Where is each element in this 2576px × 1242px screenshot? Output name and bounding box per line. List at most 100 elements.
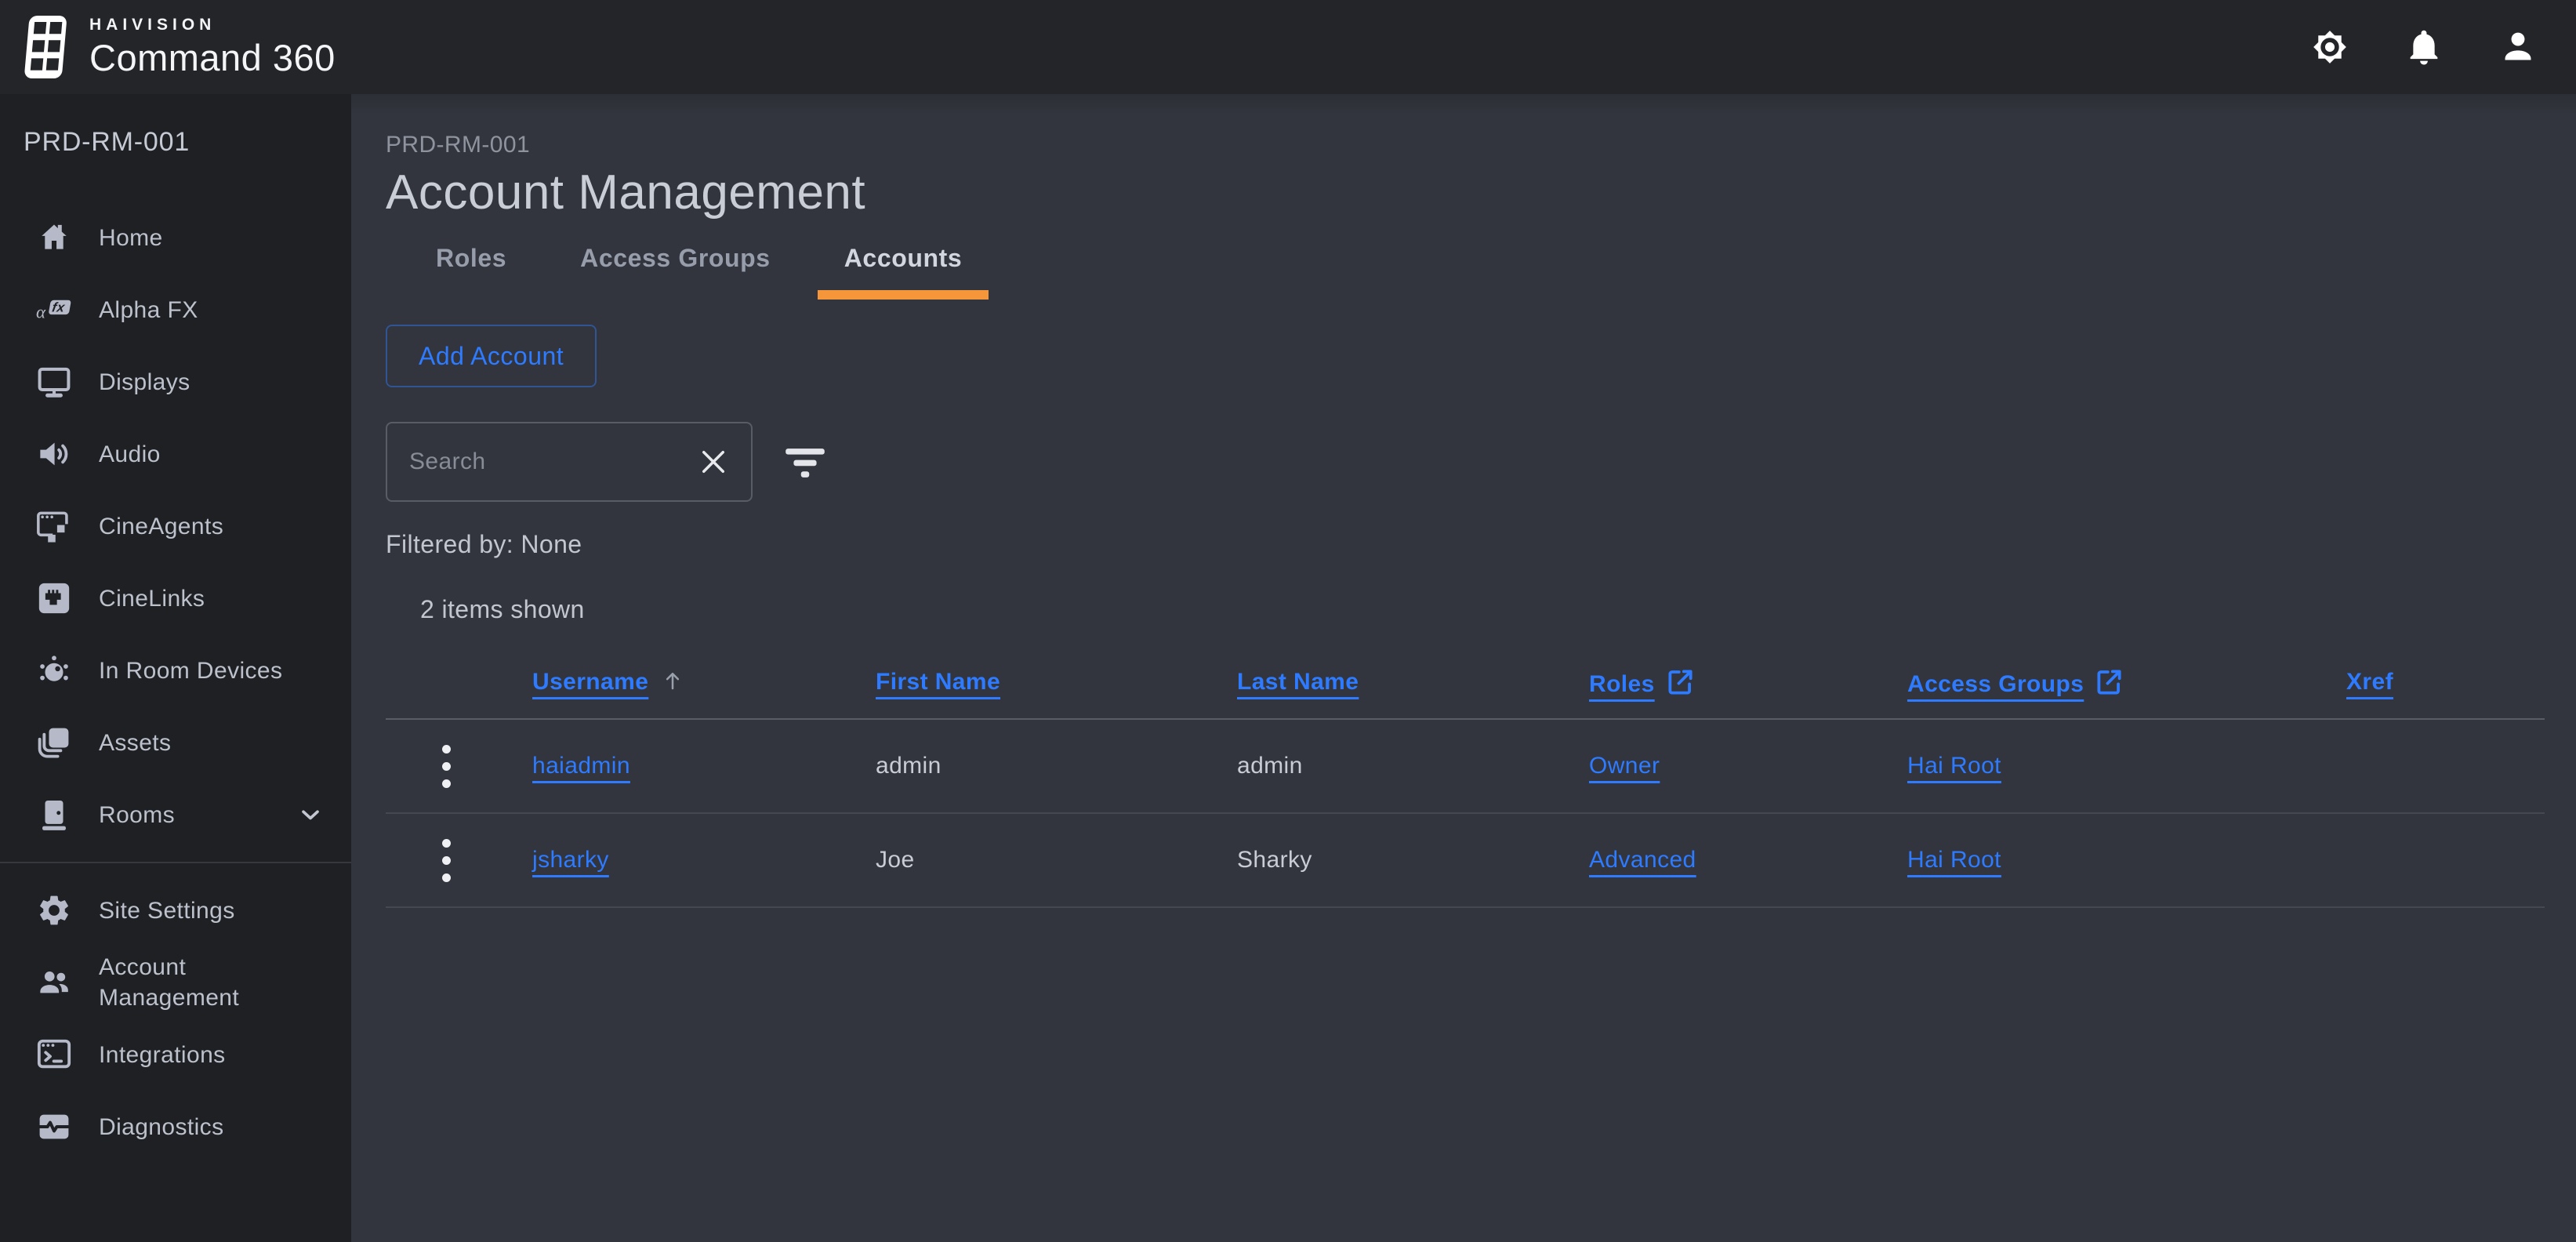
sort-link-xref[interactable]: Xref [2346, 669, 2393, 695]
app-window: HAIVISION Command 360 [0, 0, 2576, 1242]
sidebar-item-audio[interactable]: Audio [0, 418, 351, 490]
in-room-devices-icon [28, 652, 80, 688]
sort-asc-icon [661, 669, 684, 692]
tab-roles[interactable]: Roles [409, 244, 533, 300]
sidebar-item-displays[interactable]: Displays [0, 346, 351, 418]
filter-icon [778, 434, 833, 489]
column-header-first-name: First Name [876, 669, 1237, 695]
sidebar-item-label: Rooms [99, 800, 175, 830]
username-link[interactable]: jsharky [532, 847, 609, 873]
sidebar: PRD-RM-001 Home α fx [0, 94, 351, 1242]
sort-link-first-name[interactable]: First Name [876, 669, 1000, 695]
rooms-icon [28, 797, 80, 833]
sort-link-username[interactable]: Username [532, 669, 648, 695]
accounts-table: Username First Name Last Name Roles Acce… [386, 646, 2545, 908]
product-name: Command 360 [89, 36, 336, 79]
audio-icon [28, 436, 80, 472]
filter-button[interactable] [778, 434, 833, 489]
first-name-cell: admin [876, 753, 1237, 779]
sidebar-item-assets[interactable]: Assets [0, 706, 351, 779]
username-link[interactable]: haiadmin [532, 753, 630, 779]
sidebar-item-label: Assets [99, 728, 171, 758]
sidebar-item-label: CineLinks [99, 583, 205, 614]
sidebar-item-label: Displays [99, 367, 190, 398]
items-shown-text: 2 items shown [386, 595, 2545, 624]
column-header-last-name: Last Name [1237, 669, 1589, 695]
username-cell: haiadmin [532, 753, 876, 779]
table-header-row: Username First Name Last Name Roles Acce… [386, 646, 2545, 720]
sidebar-item-alpha-fx[interactable]: α fx Alpha FX [0, 274, 351, 346]
access-groups-cell: Hai Root [1907, 753, 2346, 779]
sidebar-item-home[interactable]: Home [0, 202, 351, 274]
site-settings-icon [28, 892, 80, 928]
notifications-button[interactable] [2402, 25, 2446, 69]
role-link[interactable]: Owner [1589, 753, 1660, 779]
roles-cell: Advanced [1589, 847, 1907, 873]
sidebar-item-label: Audio [99, 439, 161, 470]
sidebar-item-label: Account Management [99, 952, 267, 1013]
settings-button[interactable] [2308, 25, 2352, 69]
chevron-down-icon [296, 801, 325, 829]
column-header-xref: Xref [2346, 669, 2545, 695]
filtered-by-text: Filtered by: None [386, 530, 2545, 559]
sidebar-item-in-room-devices[interactable]: In Room Devices [0, 634, 351, 706]
kebab-menu-icon [442, 745, 451, 754]
settings-icon [2309, 27, 2350, 67]
tab-accounts[interactable]: Accounts [818, 244, 989, 300]
site-label: PRD-RM-001 [24, 127, 351, 158]
sidebar-item-diagnostics[interactable]: Diagnostics [0, 1091, 351, 1163]
sidebar-item-label: Diagnostics [99, 1112, 223, 1142]
svg-text:α: α [36, 303, 46, 322]
top-bar: HAIVISION Command 360 [0, 0, 2576, 94]
sidebar-item-cineagents[interactable]: CineAgents [0, 490, 351, 562]
main-content: PRD-RM-001 Account Management Roles Acce… [351, 94, 2576, 1242]
roles-cell: Owner [1589, 753, 1907, 779]
user-menu-button[interactable] [2496, 25, 2540, 69]
external-link-icon [1666, 667, 1696, 697]
kebab-menu-icon [442, 839, 451, 848]
username-cell: jsharky [532, 847, 876, 873]
role-link[interactable]: Advanced [1589, 847, 1696, 873]
account-management-icon [28, 964, 80, 1000]
sidebar-item-cinelinks[interactable]: CineLinks [0, 562, 351, 634]
brand-logo: HAIVISION Command 360 [24, 13, 336, 82]
sidebar-item-integrations[interactable]: Integrations [0, 1019, 351, 1091]
tab-access-groups[interactable]: Access Groups [553, 244, 797, 300]
column-header-roles: Roles [1589, 667, 1907, 698]
sidebar-item-label: CineAgents [99, 511, 223, 542]
access-group-link[interactable]: Hai Root [1907, 753, 2001, 779]
clear-search-button[interactable] [688, 423, 738, 500]
row-menu-button[interactable] [430, 737, 463, 795]
table-row: haiadmin admin admin Owner Hai Root [386, 720, 2545, 814]
sidebar-item-label: Site Settings [99, 895, 235, 926]
integrations-icon [28, 1037, 80, 1073]
diagnostics-icon [28, 1109, 80, 1145]
sidebar-item-rooms[interactable]: Rooms [0, 779, 351, 851]
sidebar-item-label: Alpha FX [99, 295, 198, 325]
topbar-actions [2308, 25, 2540, 69]
assets-icon [28, 724, 80, 761]
home-icon [28, 220, 80, 256]
first-name-cell: Joe [876, 847, 1237, 873]
row-menu-button[interactable] [430, 831, 463, 889]
sidebar-item-label: In Room Devices [99, 656, 282, 686]
access-groups-cell: Hai Root [1907, 847, 2346, 873]
access-group-link[interactable]: Hai Root [1907, 847, 2001, 873]
roles-header-link[interactable]: Roles [1589, 671, 1655, 697]
sidebar-item-account-management[interactable]: Account Management [0, 946, 351, 1019]
last-name-cell: Sharky [1237, 847, 1589, 873]
sort-link-last-name[interactable]: Last Name [1237, 669, 1359, 695]
page-title: Account Management [386, 165, 2545, 220]
add-account-button[interactable]: Add Account [386, 325, 597, 387]
last-name-cell: admin [1237, 753, 1589, 779]
sidebar-divider [0, 862, 351, 863]
access-groups-header-link[interactable]: Access Groups [1907, 671, 2084, 697]
sidebar-item-label: Home [99, 223, 163, 253]
tab-bar: Roles Access Groups Accounts [409, 244, 2545, 300]
brand-name: HAIVISION [89, 16, 336, 34]
search-box [386, 422, 753, 502]
clear-icon [697, 445, 730, 478]
user-icon [2498, 27, 2538, 67]
sidebar-item-site-settings[interactable]: Site Settings [0, 874, 351, 946]
sidebar-nav: Home α fx Alpha FX [0, 202, 351, 1163]
